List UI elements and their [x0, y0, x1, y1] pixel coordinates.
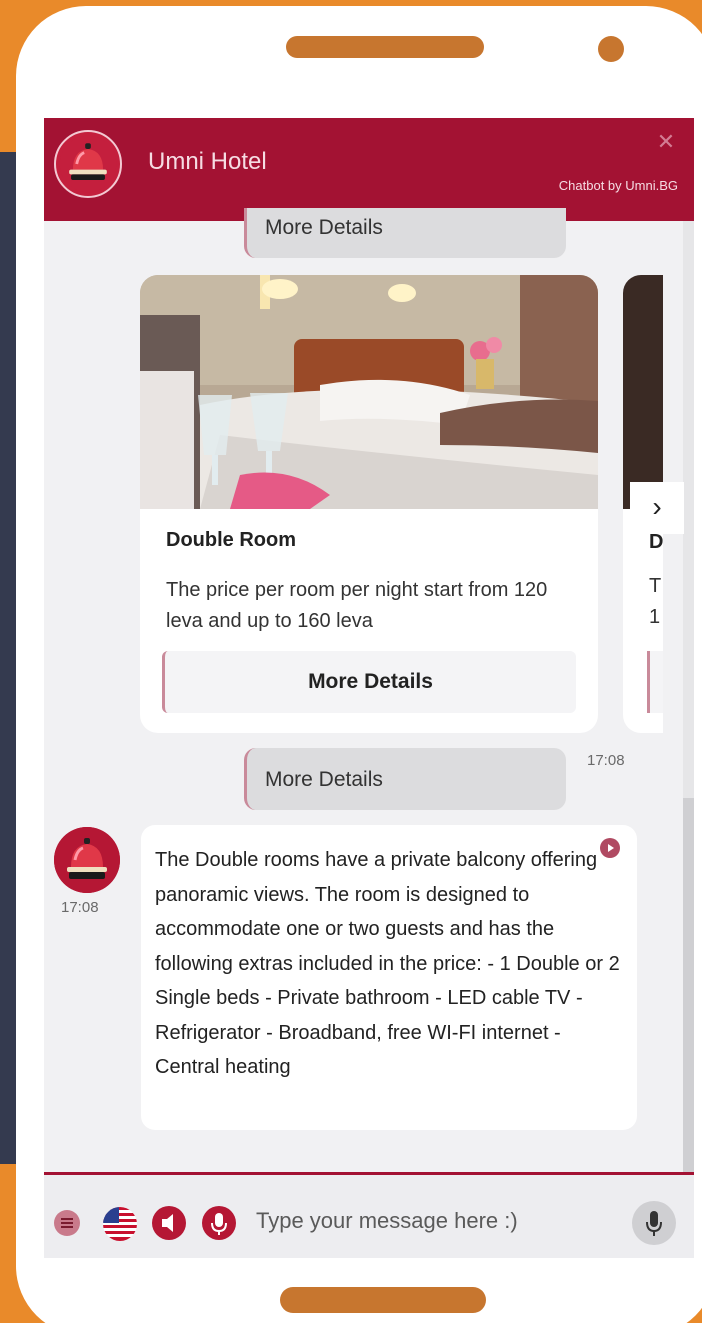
- more-details-button[interactable]: More Details: [162, 651, 576, 713]
- bell-icon: [54, 130, 122, 198]
- more-details-button-partial[interactable]: [647, 651, 663, 713]
- close-icon[interactable]: ✕: [656, 131, 676, 153]
- room-photo-partial: [623, 275, 663, 509]
- speaker-icon[interactable]: [152, 1206, 186, 1240]
- room-card-partial-title: D: [649, 531, 663, 553]
- us-flag-icon[interactable]: [103, 1207, 137, 1241]
- play-icon[interactable]: [600, 838, 620, 858]
- chat-widget: Umni Hotel ✕ Chatbot by Umni.BG More Det…: [44, 118, 694, 1258]
- microphone-icon[interactable]: [202, 1206, 236, 1240]
- chat-title: Umni Hotel: [148, 148, 267, 175]
- previous-user-message: More Details: [244, 208, 566, 258]
- bot-message-time: 17:08: [61, 899, 99, 916]
- room-card: Double Room The price per room per night…: [140, 275, 598, 733]
- chat-header: Umni Hotel ✕ Chatbot by Umni.BG: [44, 118, 694, 221]
- user-message-time: 17:08: [587, 752, 625, 769]
- room-photo: [140, 275, 598, 509]
- user-message: More Details: [244, 748, 566, 810]
- phone-camera: [598, 36, 624, 62]
- message-input[interactable]: [256, 1199, 616, 1243]
- room-card-description: The price per room per night start from …: [166, 579, 548, 632]
- chevron-right-icon[interactable]: ›: [630, 482, 684, 534]
- room-card-partial-line2: 1: [649, 606, 661, 628]
- bell-icon: [54, 827, 120, 893]
- microphone-icon[interactable]: [632, 1201, 676, 1245]
- scrollbar-thumb[interactable]: [683, 798, 694, 1172]
- bot-message: The Double rooms have a private balcony …: [141, 825, 637, 1130]
- room-card-title: Double Room: [166, 529, 296, 551]
- room-card-partial-line1: T: [649, 575, 662, 597]
- menu-icon[interactable]: [54, 1210, 80, 1236]
- phone-home-bar: [280, 1287, 486, 1313]
- input-bar: [44, 1172, 694, 1258]
- phone-speaker: [286, 36, 484, 58]
- chatbot-credit-link[interactable]: Chatbot by Umni.BG: [559, 178, 678, 193]
